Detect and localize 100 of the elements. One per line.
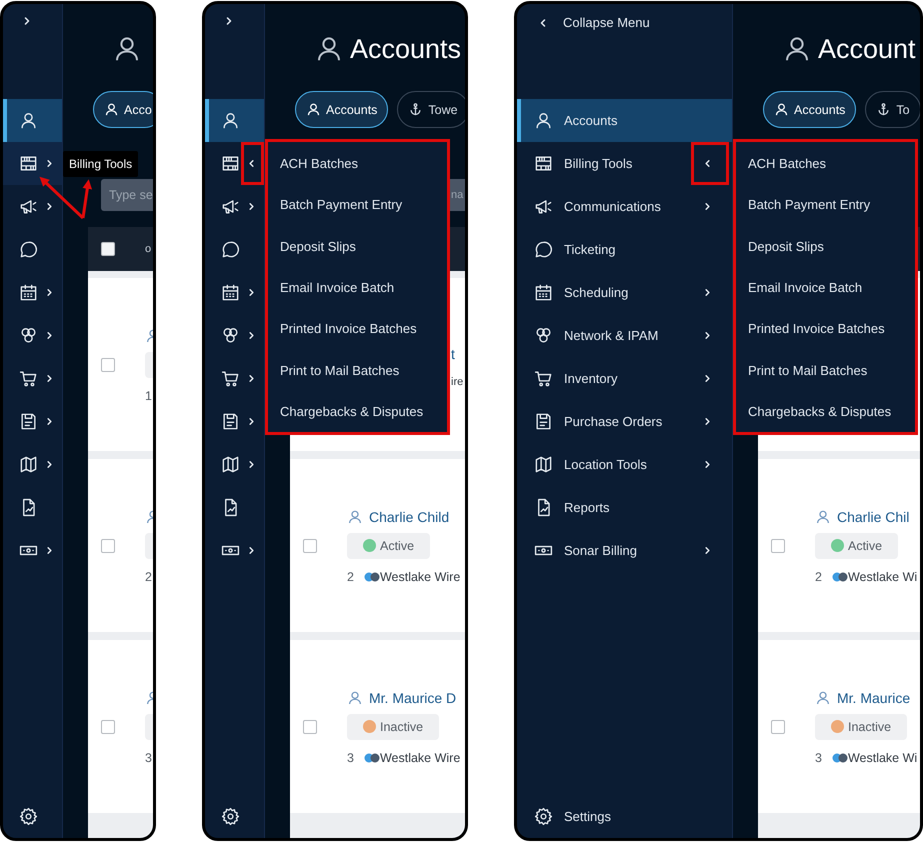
- settings-icon[interactable]: [221, 807, 240, 826]
- nav-item[interactable]: Billing Tools: [517, 142, 732, 185]
- map-icon: [534, 455, 553, 474]
- account-number: 2: [145, 570, 152, 584]
- submenu-item[interactable]: Email Invoice Batch: [268, 266, 447, 308]
- abacus-icon: [19, 154, 38, 173]
- account-number: 1: [145, 388, 152, 402]
- circles-icon: [19, 326, 38, 345]
- company-name: Westlake Wire: [380, 750, 460, 764]
- nav-item[interactable]: Purchase Orders: [517, 400, 732, 443]
- nav-label: Sonar Billing: [564, 543, 637, 558]
- account-number: 3: [145, 750, 152, 764]
- checkbox[interactable]: [303, 720, 317, 734]
- nav-item[interactable]: Location Tools: [517, 443, 732, 486]
- tab[interactable]: Acco: [93, 91, 153, 128]
- account-name-link[interactable]: Charlie Chil: [837, 508, 910, 524]
- network-dot-icon: [364, 752, 380, 762]
- abacus-icon: [221, 154, 240, 173]
- person-icon: [815, 690, 831, 706]
- person-icon: [306, 102, 321, 117]
- submenu-item[interactable]: Batch Payment Entry: [736, 184, 915, 226]
- tooltip: Billing Tools: [63, 151, 138, 177]
- cart-icon: [19, 369, 38, 388]
- submenu-item[interactable]: Chargebacks & Disputes: [268, 390, 447, 432]
- page-title: Accounts: [350, 34, 462, 64]
- column-header: o: [145, 243, 152, 255]
- tab[interactable]: Accounts: [763, 91, 856, 128]
- account-name-link[interactable]: Charlie Child: [369, 508, 450, 524]
- account-name-link[interactable]: Mr. Maurice: [837, 690, 910, 706]
- tab[interactable]: Accounts: [295, 91, 388, 128]
- checkbox[interactable]: [303, 538, 317, 552]
- submenu-item[interactable]: Batch Payment Entry: [268, 184, 447, 226]
- checkbox[interactable]: [101, 358, 115, 372]
- person-icon: [347, 690, 363, 706]
- account-name-link[interactable]: Mr. Maurice D: [369, 690, 456, 706]
- clipboard-icon: [534, 412, 553, 431]
- submenu-item[interactable]: ACH Batches: [268, 143, 447, 184]
- network-dot-icon: [364, 572, 380, 582]
- status-label: Active: [848, 538, 882, 552]
- account-number: 2: [815, 570, 822, 584]
- checkbox[interactable]: [101, 242, 115, 256]
- nav-item[interactable]: Inventory: [517, 357, 732, 400]
- submenu-item[interactable]: Print to Mail Batches: [736, 349, 915, 391]
- circles-icon: [534, 326, 553, 345]
- nav-item[interactable]: Ticketing: [517, 228, 732, 271]
- person-icon: [774, 102, 789, 117]
- nav-label: Billing Tools: [564, 156, 632, 171]
- person-icon: [815, 508, 831, 524]
- chat-bubble-icon: [534, 240, 553, 259]
- person-icon: [221, 111, 240, 130]
- submenu-item[interactable]: Chargebacks & Disputes: [736, 390, 915, 432]
- person-icon: [104, 102, 119, 117]
- submenu-item[interactable]: Deposit Slips: [736, 226, 915, 267]
- checkbox[interactable]: [101, 720, 115, 734]
- network-dot-icon: [832, 572, 848, 582]
- tab[interactable]: To: [865, 91, 920, 128]
- calendar-icon: [221, 283, 240, 302]
- nav-item[interactable]: Reports: [517, 486, 732, 529]
- submenu-item[interactable]: Printed Invoice Batches: [736, 308, 915, 350]
- nav-item[interactable]: Network & IPAM: [517, 314, 732, 357]
- circles-icon: [221, 326, 240, 345]
- nav-label: Purchase Orders: [564, 414, 662, 429]
- company-name: Westlake Wi: [848, 750, 918, 764]
- network-dot-icon: [832, 752, 848, 762]
- account-number: 3: [815, 750, 822, 764]
- status-label: Active: [380, 538, 414, 552]
- submenu-item[interactable]: Deposit Slips: [268, 226, 447, 267]
- status-label: Inactive: [380, 720, 424, 734]
- calendar-icon: [534, 283, 553, 302]
- submenu-item[interactable]: Email Invoice Batch: [736, 266, 915, 308]
- menu-toggle[interactable]: Collapse Menu: [517, 11, 650, 34]
- page-title: Account: [818, 34, 916, 64]
- anchor-icon: [408, 102, 424, 117]
- submenu-item[interactable]: ACH Batches: [736, 143, 915, 184]
- company-name: ire: [451, 376, 464, 388]
- map-icon: [221, 455, 240, 474]
- nav-item[interactable]: Scheduling: [517, 271, 732, 314]
- settings-icon[interactable]: [19, 807, 38, 826]
- settings-icon[interactable]: [534, 807, 553, 826]
- nav-label[interactable]: Settings: [564, 809, 611, 824]
- nav-item[interactable]: [3, 142, 62, 185]
- nav-label: Network & IPAM: [564, 328, 658, 343]
- person-icon: [534, 111, 553, 130]
- account-name-link[interactable]: t: [451, 346, 455, 362]
- calendar-icon: [19, 283, 38, 302]
- submenu-item[interactable]: Print to Mail Batches: [268, 349, 447, 391]
- checkbox[interactable]: [101, 538, 115, 552]
- nav-item[interactable]: Communications: [517, 185, 732, 228]
- company-name: Westlake Wire: [380, 570, 460, 584]
- checkbox[interactable]: [771, 538, 785, 552]
- map-icon: [19, 455, 38, 474]
- checkbox[interactable]: [771, 720, 785, 734]
- tab[interactable]: Towe: [397, 91, 465, 128]
- nav-item[interactable]: Accounts: [517, 99, 732, 142]
- nav-label: Accounts: [564, 113, 618, 128]
- clipboard-icon: [19, 412, 38, 431]
- submenu-item[interactable]: Printed Invoice Batches: [268, 308, 447, 350]
- account-number: 2: [347, 570, 354, 584]
- nav-item[interactable]: Sonar Billing: [517, 529, 732, 572]
- highlight-frame: [691, 142, 729, 185]
